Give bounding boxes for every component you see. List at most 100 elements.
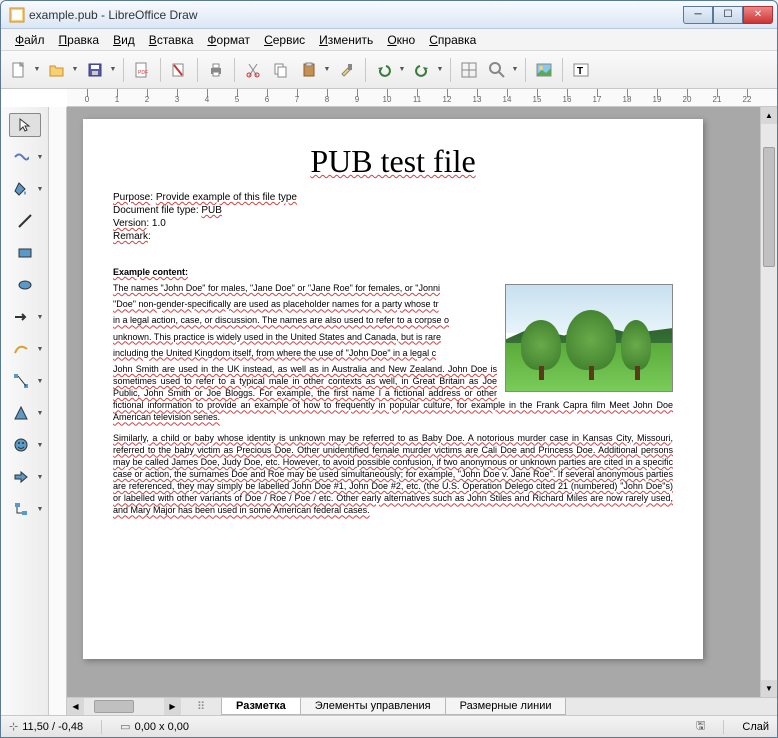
svg-text:T: T xyxy=(577,66,583,77)
status-size: 0,00 x 0,00 xyxy=(135,721,189,733)
scroll-thumb-v[interactable] xyxy=(763,147,775,267)
copy-button[interactable] xyxy=(269,58,293,82)
main-toolbar: ▼ ▼ ▼ PDF ▼ ▼ ▼ ▼ T xyxy=(1,51,777,89)
size-icon: ▭ xyxy=(120,720,130,733)
body-area: ▼ ▼ ▼ ▼ ▼ ▼ ▼ ▼ ▼ PUB test file Purpose:… xyxy=(1,107,777,715)
window-controls: ─ ☐ ✕ xyxy=(683,6,773,24)
cut-button[interactable] xyxy=(241,58,265,82)
close-button[interactable]: ✕ xyxy=(743,6,773,24)
textbox-button[interactable]: T xyxy=(569,58,593,82)
document-title[interactable]: PUB test file xyxy=(113,143,673,180)
tab-dimensions[interactable]: Размерные линии xyxy=(445,698,567,715)
tab-layout[interactable]: Разметка xyxy=(221,698,301,715)
canvas-viewport[interactable]: PUB test file Purpose: Provide example o… xyxy=(67,107,777,697)
scroll-up-button[interactable]: ▲ xyxy=(761,107,777,124)
document-content: Example content: The names "John Doe" fo… xyxy=(113,266,673,517)
format-paintbrush-button[interactable] xyxy=(335,58,359,82)
menu-view[interactable]: Вид xyxy=(107,31,141,49)
print-button[interactable] xyxy=(204,58,228,82)
separator xyxy=(450,58,451,82)
line-color-dropdown[interactable]: ▼ xyxy=(37,154,45,161)
scroll-track-h[interactable] xyxy=(84,698,164,715)
maximize-button[interactable]: ☐ xyxy=(713,6,743,24)
new-button[interactable] xyxy=(7,58,31,82)
splitter-grip[interactable]: ⠿ xyxy=(181,700,221,713)
paste-dropdown[interactable]: ▼ xyxy=(323,66,331,73)
landscape-image[interactable] xyxy=(505,284,673,392)
ellipse-tool[interactable] xyxy=(9,273,41,297)
flowchart-tool[interactable] xyxy=(5,497,37,521)
status-mode: Слай xyxy=(742,721,769,733)
separator xyxy=(160,58,161,82)
separator xyxy=(723,720,724,734)
undo-button[interactable] xyxy=(372,58,396,82)
separator xyxy=(525,58,526,82)
flowchart-dropdown[interactable]: ▼ xyxy=(37,506,45,513)
menu-help[interactable]: Справка xyxy=(423,31,482,49)
fill-color-dropdown[interactable]: ▼ xyxy=(37,186,45,193)
scroll-down-button[interactable]: ▼ xyxy=(761,680,777,697)
rectangle-tool[interactable] xyxy=(9,241,41,265)
content-heading[interactable]: Example content: xyxy=(113,266,673,278)
horizontal-ruler[interactable]: 012345678910111213141516171819202122 xyxy=(67,89,777,107)
titlebar[interactable]: example.pub - LibreOffice Draw ─ ☐ ✕ xyxy=(1,1,777,29)
menubar: Файл Правка Вид Вставка Формат Сервис Из… xyxy=(1,29,777,51)
menu-file[interactable]: Файл xyxy=(9,31,51,49)
menu-tools[interactable]: Сервис xyxy=(258,31,311,49)
scroll-right-button[interactable]: ▶ xyxy=(164,698,181,715)
image-button[interactable] xyxy=(532,58,556,82)
meta-doctype: PUB xyxy=(201,205,222,216)
new-dropdown[interactable]: ▼ xyxy=(33,66,41,73)
scroll-left-button[interactable]: ◀ xyxy=(67,698,84,715)
symbol-shapes-tool[interactable] xyxy=(5,433,37,457)
arrow-tool[interactable] xyxy=(5,305,37,329)
menu-insert[interactable]: Вставка xyxy=(143,31,200,49)
separator xyxy=(365,58,366,82)
select-tool[interactable] xyxy=(9,113,41,137)
line-tool[interactable] xyxy=(9,209,41,233)
minimize-button[interactable]: ─ xyxy=(683,6,713,24)
connector-dropdown[interactable]: ▼ xyxy=(37,378,45,385)
print-preview-button[interactable] xyxy=(167,58,191,82)
redo-button[interactable] xyxy=(410,58,434,82)
zoom-dropdown[interactable]: ▼ xyxy=(511,66,519,73)
menu-window[interactable]: Окно xyxy=(381,31,421,49)
basic-shapes-dropdown[interactable]: ▼ xyxy=(37,410,45,417)
open-dropdown[interactable]: ▼ xyxy=(71,66,79,73)
meta-doctype-label: Document file type xyxy=(113,205,196,216)
connector-tool[interactable] xyxy=(5,369,37,393)
scroll-thumb-h[interactable] xyxy=(94,700,134,713)
fill-color-tool[interactable] xyxy=(5,177,37,201)
curve-dropdown[interactable]: ▼ xyxy=(37,346,45,353)
status-position-seg: ⊹ 11,50 / -0,48 xyxy=(9,720,83,733)
tab-controls[interactable]: Элементы управления xyxy=(300,698,446,715)
app-window: example.pub - LibreOffice Draw ─ ☐ ✕ Фай… xyxy=(0,0,778,738)
save-dropdown[interactable]: ▼ xyxy=(109,66,117,73)
block-arrows-tool[interactable] xyxy=(5,465,37,489)
page[interactable]: PUB test file Purpose: Provide example o… xyxy=(83,119,703,659)
status-size-seg: ▭ 0,00 x 0,00 xyxy=(120,720,189,733)
para7[interactable]: Similarly, a child or baby whose identit… xyxy=(113,432,673,517)
basic-shapes-tool[interactable] xyxy=(5,401,37,425)
vertical-ruler[interactable] xyxy=(49,107,67,715)
zoom-button[interactable] xyxy=(485,58,509,82)
arrow-dropdown[interactable]: ▼ xyxy=(37,314,45,321)
save-status-icon[interactable]: 🖫 xyxy=(696,717,705,736)
curve-tool[interactable] xyxy=(5,337,37,361)
block-arrows-dropdown[interactable]: ▼ xyxy=(37,474,45,481)
open-button[interactable] xyxy=(45,58,69,82)
line-color-tool[interactable] xyxy=(5,145,37,169)
redo-dropdown[interactable]: ▼ xyxy=(436,66,444,73)
status-position: 11,50 / -0,48 xyxy=(22,721,83,733)
symbol-shapes-dropdown[interactable]: ▼ xyxy=(37,442,45,449)
menu-modify[interactable]: Изменить xyxy=(313,31,379,49)
paste-button[interactable] xyxy=(297,58,321,82)
save-button[interactable] xyxy=(83,58,107,82)
vertical-scrollbar[interactable]: ▲ ▼ xyxy=(760,107,777,697)
undo-dropdown[interactable]: ▼ xyxy=(398,66,406,73)
export-pdf-button[interactable]: PDF xyxy=(130,58,154,82)
separator xyxy=(562,58,563,82)
grid-button[interactable] xyxy=(457,58,481,82)
menu-format[interactable]: Формат xyxy=(201,31,256,49)
menu-edit[interactable]: Правка xyxy=(53,31,106,49)
